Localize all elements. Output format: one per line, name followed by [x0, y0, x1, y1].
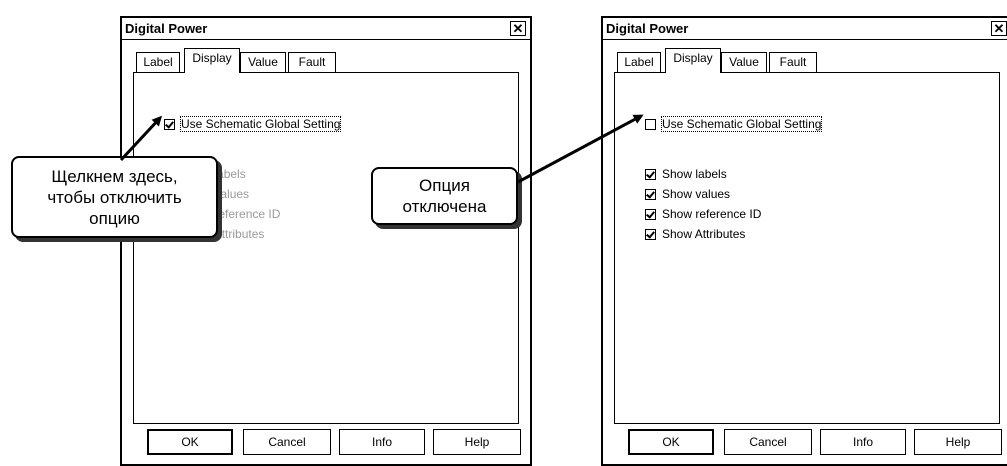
callout-option-disabled-text: Опция отключена — [402, 176, 487, 216]
right-option-show-labels[interactable]: Show labels — [645, 167, 727, 181]
right-option-show-values[interactable]: Show values — [645, 187, 730, 201]
left-tab-display[interactable]: Display — [184, 48, 240, 73]
right-option-show-reference-id[interactable]: Show reference ID — [645, 207, 761, 221]
right-option-show-attributes[interactable]: Show Attributes — [645, 227, 745, 241]
callout-option-disabled: Опция отключена — [371, 167, 518, 225]
right-tab-fault[interactable]: Fault — [769, 52, 817, 72]
right-show-attributes-label: Show Attributes — [662, 227, 746, 241]
right-show-attributes-checkbox[interactable] — [645, 228, 656, 240]
left-tab-fault[interactable]: Fault — [288, 52, 336, 72]
right-dialog: Digital Power ✕ Label Display Value Faul… — [601, 16, 1007, 466]
right-show-values-checkbox[interactable] — [645, 188, 656, 200]
left-display-panel: Use Schematic Global Setting Show labels… — [133, 72, 519, 424]
callout-click-here: Щелкнем здесь, чтобы отключить опцию — [11, 156, 218, 238]
left-global-setting-checkbox[interactable] — [164, 118, 175, 130]
left-tab-value[interactable]: Value — [240, 52, 286, 72]
right-show-values-label: Show values — [662, 187, 731, 201]
right-dialog-title: Digital Power — [606, 21, 689, 36]
right-show-labels-label: Show labels — [662, 167, 727, 181]
left-tab-label[interactable]: Label — [136, 52, 180, 72]
right-show-labels-checkbox[interactable] — [645, 168, 656, 180]
right-tab-value[interactable]: Value — [721, 52, 767, 72]
left-ok-button[interactable]: OK — [147, 429, 233, 455]
right-ok-button[interactable]: OK — [628, 429, 714, 455]
left-dialog-titlebar[interactable]: Digital Power — [122, 18, 530, 40]
right-cancel-button[interactable]: Cancel — [724, 429, 812, 455]
right-tab-display[interactable]: Display — [665, 48, 721, 73]
right-close-icon[interactable]: ✕ — [991, 21, 1007, 36]
right-show-reference-id-label: Show reference ID — [662, 207, 762, 221]
left-global-setting-label: Use Schematic Global Setting — [179, 116, 342, 132]
right-global-setting-label: Use Schematic Global Setting — [660, 116, 823, 132]
left-dialog: Digital Power ✕ Label Display Value Faul… — [120, 16, 532, 466]
left-global-setting-row[interactable]: Use Schematic Global Setting — [164, 116, 342, 132]
right-display-panel: Use Schematic Global Setting Show labels… — [614, 72, 1000, 424]
left-cancel-button[interactable]: Cancel — [243, 429, 331, 455]
right-global-setting-checkbox[interactable] — [645, 118, 656, 130]
right-info-button[interactable]: Info — [820, 429, 906, 455]
right-tab-label[interactable]: Label — [617, 52, 661, 72]
right-help-button[interactable]: Help — [914, 429, 1002, 455]
left-dialog-title: Digital Power — [125, 21, 208, 36]
left-help-button[interactable]: Help — [433, 429, 521, 455]
right-global-setting-row[interactable]: Use Schematic Global Setting — [645, 116, 823, 132]
callout-click-here-text: Щелкнем здесь, чтобы отключить опцию — [47, 166, 182, 228]
right-show-reference-id-checkbox[interactable] — [645, 208, 656, 220]
left-close-icon[interactable]: ✕ — [510, 21, 526, 36]
left-info-button[interactable]: Info — [339, 429, 425, 455]
right-dialog-titlebar[interactable]: Digital Power — [603, 18, 1007, 40]
